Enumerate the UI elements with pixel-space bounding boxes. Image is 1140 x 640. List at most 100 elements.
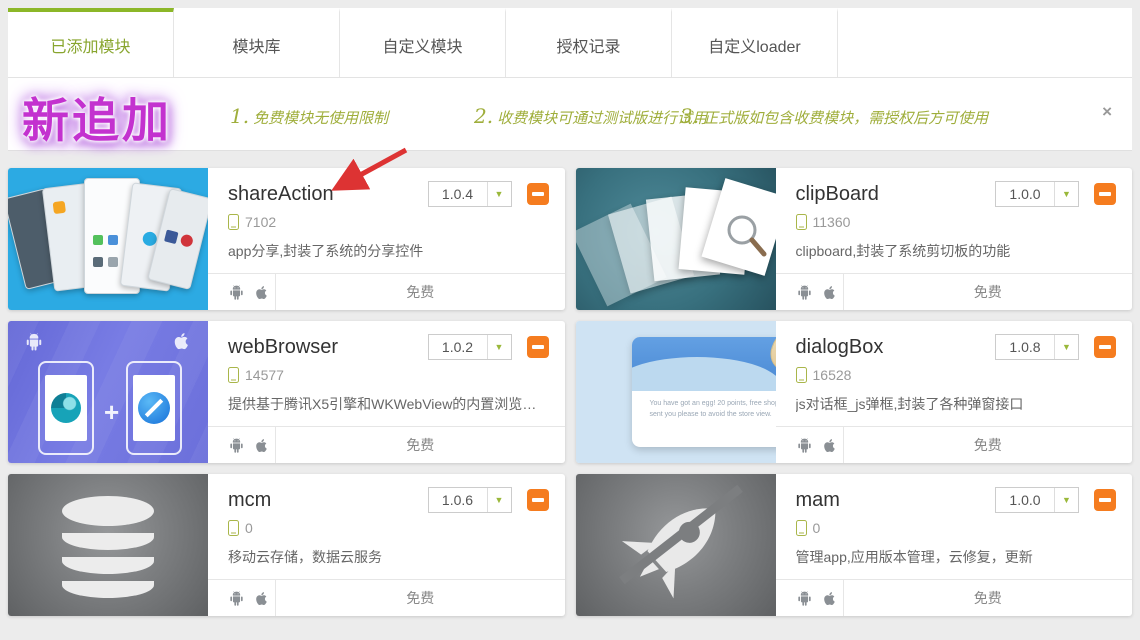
module-title: dialogBox: [796, 336, 996, 359]
downloads-phone-icon: [796, 520, 807, 536]
android-icon: [228, 283, 245, 302]
minus-icon: [1099, 192, 1111, 196]
version-select[interactable]: 1.0.4 ▼: [428, 181, 512, 207]
remove-module-button[interactable]: [527, 336, 549, 358]
version-value: 1.0.2: [429, 335, 487, 359]
remove-module-button[interactable]: [527, 489, 549, 511]
module-card-webbrowser: + webBrowser 1.0.2 ▼ 14577 提供基于腾讯X5引擎和WK…: [8, 321, 565, 463]
downloads-phone-icon: [228, 520, 239, 536]
tab-label: 模块库: [232, 33, 280, 57]
tab-label: 授权记录: [556, 33, 620, 57]
android-phone-shape: [38, 361, 94, 455]
notice-banner: 新追加 1.免费模块无使用限制 2.收费模块可通过测试版进行试用 3.正式版如包…: [8, 78, 1132, 151]
minus-icon: [532, 345, 544, 349]
apple-icon: [822, 436, 838, 455]
download-count: 16528: [813, 367, 852, 383]
remove-module-button[interactable]: [527, 183, 549, 205]
chevron-down-icon[interactable]: ▼: [1054, 335, 1078, 359]
close-icon[interactable]: ×: [1102, 103, 1112, 120]
apple-icon: [254, 589, 270, 608]
price-label: 免费: [276, 427, 565, 463]
popup-card-shape: You have got an egg! 20 points, free sho…: [632, 337, 776, 447]
module-thumbnail-papers-magnifier: [576, 168, 776, 310]
tab-label: 自定义loader: [708, 33, 800, 57]
version-select[interactable]: 1.0.8 ▼: [995, 334, 1079, 360]
platform-icons: [208, 427, 276, 463]
module-thumbnail-rocket: [576, 474, 776, 616]
price-label: 免费: [844, 427, 1133, 463]
module-description: app分享,封装了系统的分享控件: [228, 241, 549, 261]
platform-icons: [208, 580, 276, 616]
note-number: 1.: [230, 104, 249, 128]
plus-sign: +: [104, 397, 119, 428]
version-select[interactable]: 1.0.2 ▼: [428, 334, 512, 360]
tab-auth-records[interactable]: 授权记录: [506, 8, 672, 77]
price-label: 免费: [844, 274, 1133, 310]
tab-added-modules[interactable]: 已添加模块: [8, 8, 174, 77]
minus-icon: [1099, 345, 1111, 349]
remove-module-button[interactable]: [1094, 183, 1116, 205]
version-select[interactable]: 1.0.6 ▼: [428, 487, 512, 513]
module-title: clipBoard: [796, 183, 996, 206]
download-count: 14577: [245, 367, 284, 383]
remove-module-button[interactable]: [1094, 336, 1116, 358]
platform-icons: [776, 580, 844, 616]
iphone-shape: [126, 361, 182, 455]
remove-module-button[interactable]: [1094, 489, 1116, 511]
apple-icon: [822, 283, 838, 302]
tab-label: 自定义模块: [382, 33, 462, 57]
module-description: 提供基于腾讯X5引擎和WKWebView的内置浏览器服务: [228, 394, 549, 414]
module-title: mcm: [228, 489, 428, 512]
safari-icon: [138, 392, 170, 424]
module-card-mcm: mcm 1.0.6 ▼ 0 移动云存储，数据云服务 免费: [8, 474, 565, 616]
version-value: 1.0.0: [996, 488, 1054, 512]
version-value: 1.0.6: [429, 488, 487, 512]
price-label: 免费: [276, 274, 565, 310]
chevron-down-icon[interactable]: ▼: [1054, 182, 1078, 206]
module-thumbnail-dialog-popup: You have got an egg! 20 points, free sho…: [576, 321, 776, 463]
version-value: 1.0.0: [996, 182, 1054, 206]
price-label: 免费: [844, 580, 1133, 616]
download-count: 7102: [245, 214, 276, 230]
minus-icon: [1099, 498, 1111, 502]
android-icon: [228, 589, 245, 608]
module-thumbnail-database: [8, 474, 208, 616]
version-select[interactable]: 1.0.0 ▼: [995, 487, 1079, 513]
banner-note-3: 3.正式版如包含收费模块，需授权后方可使用: [680, 104, 988, 128]
module-title: shareAction: [228, 183, 428, 206]
platform-icons: [776, 274, 844, 310]
minus-icon: [532, 192, 544, 196]
tab-custom-modules[interactable]: 自定义模块: [340, 8, 506, 77]
note-text: 免费模块无使用限制: [253, 110, 388, 127]
module-card-clipboard: clipBoard 1.0.0 ▼ 11360 clipboard,封装了系统剪…: [576, 168, 1133, 310]
chevron-down-icon[interactable]: ▼: [487, 488, 511, 512]
note-text: 收费模块可通过测试版进行试用: [497, 110, 707, 127]
tab-custom-loader[interactable]: 自定义loader: [672, 8, 838, 77]
module-title: webBrowser: [228, 336, 428, 359]
chevron-down-icon[interactable]: ▼: [1054, 488, 1078, 512]
minus-icon: [532, 498, 544, 502]
platform-icons: [776, 427, 844, 463]
download-count: 11360: [813, 214, 851, 230]
version-select[interactable]: 1.0.0 ▼: [995, 181, 1079, 207]
banner-note-1: 1.免费模块无使用限制: [230, 104, 388, 128]
chevron-down-icon[interactable]: ▼: [487, 335, 511, 359]
apple-icon: [822, 589, 838, 608]
database-icon: [62, 496, 154, 598]
popup-body-text: You have got an egg! 20 points, free sho…: [650, 399, 776, 420]
android-icon: [24, 331, 44, 353]
magnifier-icon: [722, 212, 774, 264]
chevron-down-icon[interactable]: ▼: [487, 182, 511, 206]
module-description: js对话框_js弹框,封装了各种弹窗接口: [796, 394, 1117, 414]
platform-icons: [208, 274, 276, 310]
module-description: 管理app,应用版本管理，云修复，更新: [796, 547, 1117, 567]
android-icon: [796, 589, 813, 608]
note-number: 2.: [474, 104, 493, 128]
tab-label: 已添加模块: [50, 33, 130, 57]
apple-icon: [172, 329, 192, 353]
apple-icon: [254, 436, 270, 455]
tab-module-library[interactable]: 模块库: [174, 8, 340, 77]
banner-note-2: 2.收费模块可通过测试版进行试用: [474, 104, 707, 128]
downloads-phone-icon: [796, 214, 807, 230]
tabbar-spacer: [838, 8, 1132, 77]
